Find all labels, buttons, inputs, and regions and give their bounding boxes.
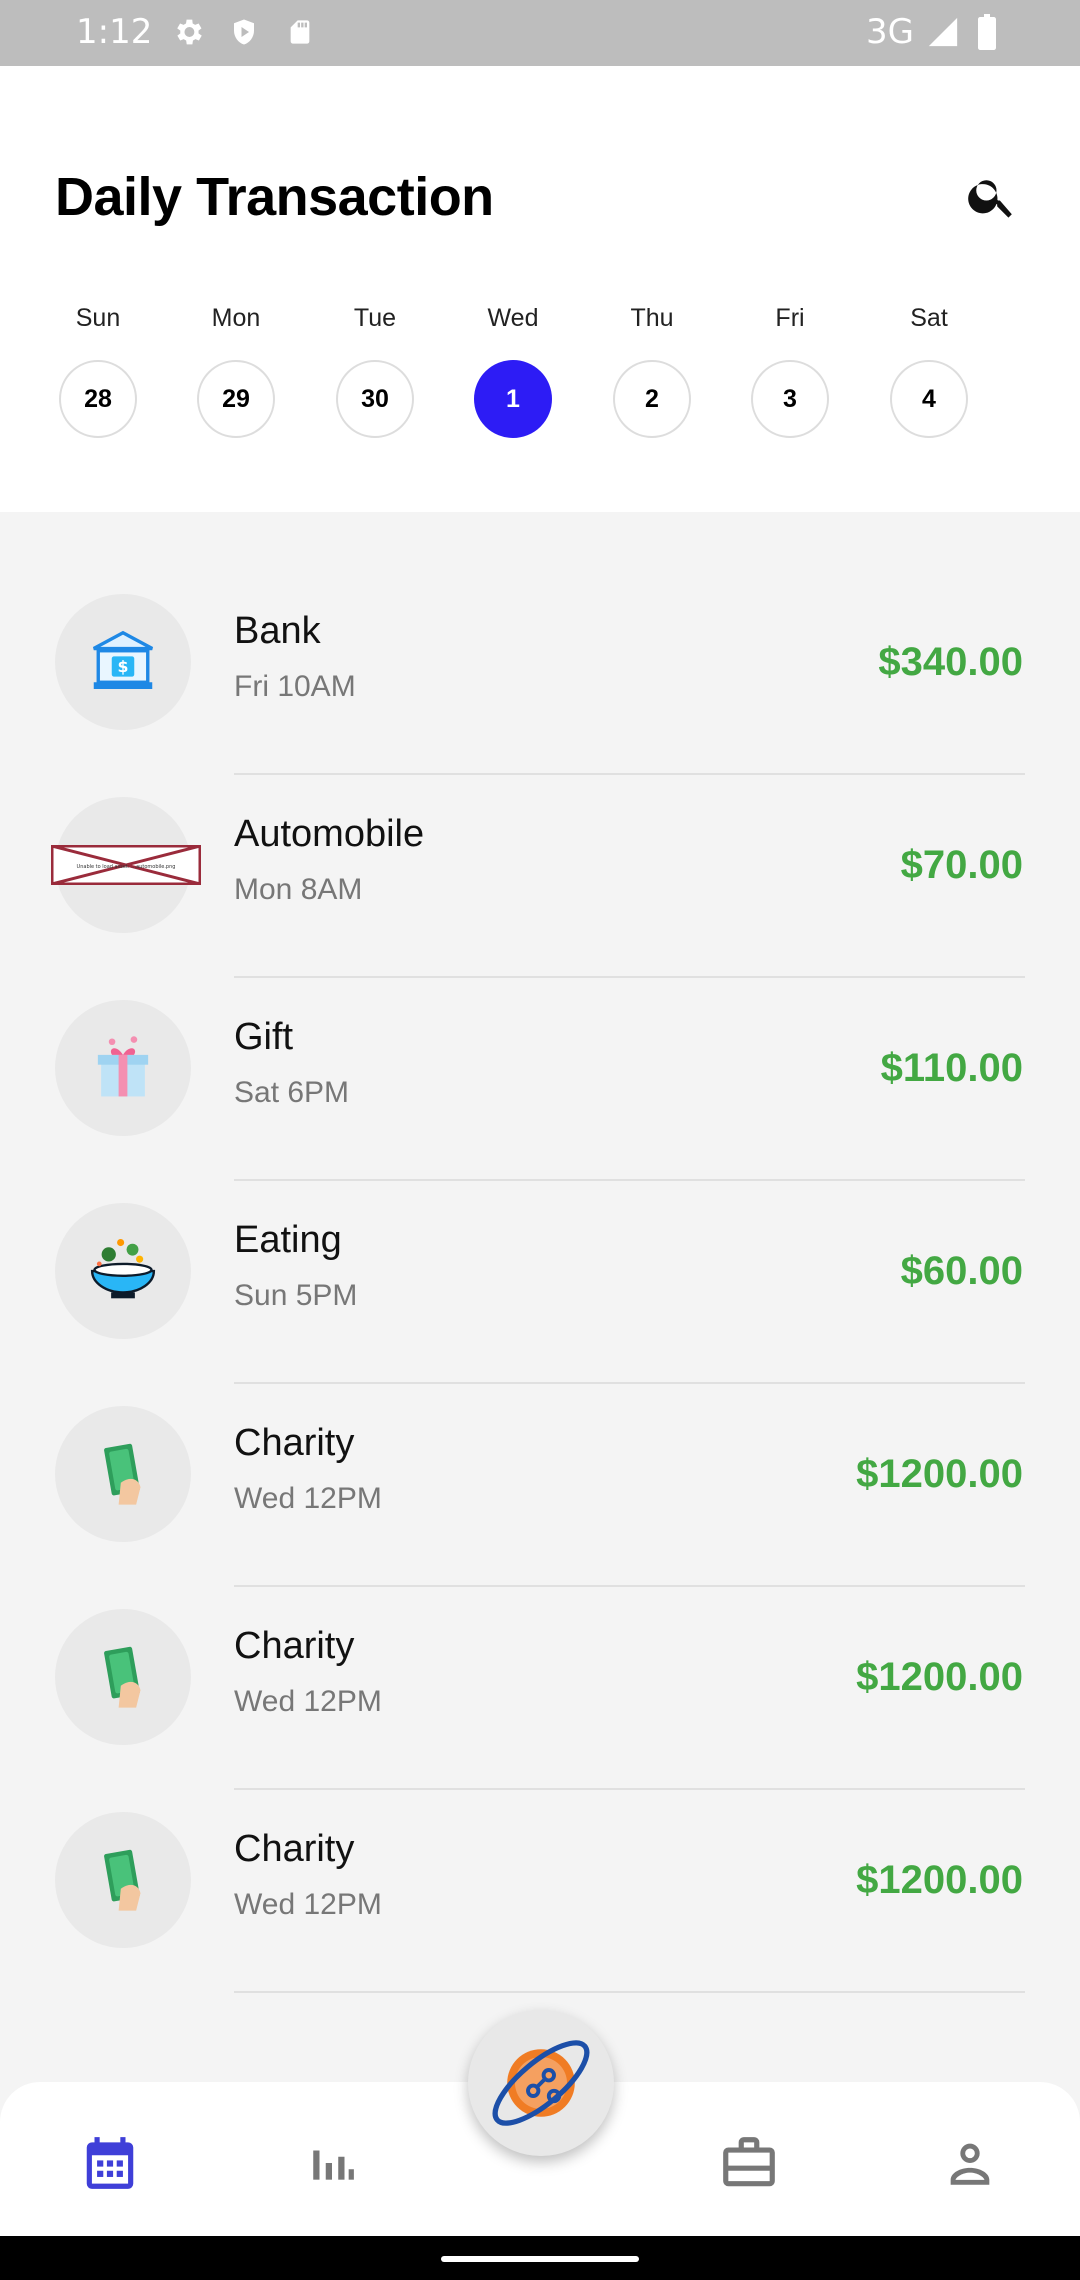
transaction-avatar [55,1812,191,1948]
day-number[interactable]: 2 [613,360,691,438]
day-name: Mon [211,304,261,332]
transaction-time: Wed 12PM [234,1685,382,1718]
transaction-amount: $70.00 [900,843,1023,887]
transaction-time: Mon 8AM [234,873,363,906]
app-logo-icon [492,2040,590,2126]
transaction-row[interactable]: Unable to load asset: …automobile.png Au… [0,743,1080,978]
sd-card-icon [282,14,318,50]
transaction-time: Sun 5PM [234,1279,358,1312]
row-divider [234,1991,1025,1993]
transaction-avatar [55,1406,191,1542]
transaction-row[interactable]: Gift Sat 6PM $110.00 [0,946,1080,1181]
day-name: Wed [487,304,539,332]
nav-profile[interactable] [935,2128,1005,2198]
money-hand-icon [104,1443,141,1505]
day-mon[interactable]: Mon 29 [193,298,279,438]
transaction-name: Charity [234,1828,355,1870]
money-hand-icon [104,1849,141,1911]
day-tue[interactable]: Tue 30 [332,298,418,438]
svg-text:$: $ [118,657,129,676]
day-name: Sun [75,304,121,332]
day-thu[interactable]: Thu 2 [609,298,695,438]
transaction-amount: $1200.00 [856,1655,1023,1699]
day-wed[interactable]: Wed 1 [470,298,556,438]
shield-icon [226,14,262,50]
settings-icon [170,14,206,50]
transaction-row[interactable]: Eating Sun 5PM $60.00 [0,1149,1080,1384]
signal-icon [926,15,960,53]
transaction-row[interactable]: Charity Wed 12PM $1200.00 [0,1352,1080,1587]
transaction-time: Fri 10AM [234,670,356,703]
status-bar: 1:12 3G [0,0,1080,66]
briefcase-icon [723,2137,775,2187]
transaction-avatar [55,1203,191,1339]
broken-image-text: Unable to load asset: …automobile.png [77,864,176,870]
transaction-name: Charity [234,1625,355,1667]
transaction-name: Gift [234,1016,294,1058]
add-transaction-button[interactable] [468,2010,614,2156]
status-icons-left [170,14,318,50]
transaction-avatar: $ [55,594,191,730]
gift-icon [97,1036,149,1097]
day-name: Tue [353,304,397,332]
transaction-amount: $60.00 [900,1249,1023,1293]
day-number[interactable]: 3 [751,360,829,438]
day-name: Fri [775,304,805,332]
transaction-amount: $1200.00 [856,1858,1023,1902]
day-number[interactable]: 30 [336,360,414,438]
status-time: 1:12 [76,12,153,52]
transaction-row[interactable]: Charity Wed 12PM $1200.00 [0,1555,1080,1790]
money-hand-icon [104,1646,141,1708]
day-number-selected[interactable]: 1 [474,360,552,438]
calendar-icon [86,2137,134,2189]
day-number[interactable]: 28 [59,360,137,438]
network-type: 3G [866,12,914,52]
food-bowl-icon [90,1238,156,1299]
transaction-name: Bank [234,610,321,652]
transaction-time: Wed 12PM [234,1888,382,1921]
bar-chart-icon [313,2150,354,2180]
page-title: Daily Transaction [55,167,494,227]
day-name: Thu [630,304,674,332]
transaction-amount: $110.00 [880,1046,1023,1090]
search-button[interactable] [960,164,1024,228]
transaction-avatar: Unable to load asset: …automobile.png [51,797,201,933]
status-icons-right [926,14,998,54]
transaction-avatar [55,1609,191,1745]
transaction-time: Sat 6PM [234,1076,350,1109]
transaction-name: Eating [234,1219,342,1261]
day-number[interactable]: 29 [197,360,275,438]
day-sat[interactable]: Sat 4 [886,298,972,438]
transaction-time: Wed 12PM [234,1482,382,1515]
broken-image-icon: Unable to load asset: …automobile.png [51,845,201,885]
home-gesture-handle[interactable] [441,2256,639,2262]
day-fri[interactable]: Fri 3 [747,298,833,438]
nav-calendar[interactable] [75,2128,145,2198]
transaction-name: Automobile [234,813,425,855]
bank-icon: $ [92,630,154,689]
nav-budget[interactable] [714,2128,784,2198]
day-number[interactable]: 4 [890,360,968,438]
day-sun[interactable]: Sun 28 [55,298,141,438]
header: Daily Transaction Sun 28 Mon 29 Tue 30 W… [0,66,1080,512]
transaction-avatar [55,1000,191,1136]
day-name: Sat [910,304,948,332]
transaction-row[interactable]: $ Bank Fri 10AM $340.00 [0,540,1080,775]
transaction-amount: $1200.00 [856,1452,1023,1496]
transaction-amount: $340.00 [878,640,1023,684]
person-icon [950,2143,990,2185]
search-icon [968,180,1012,218]
battery-icon [976,14,998,54]
transaction-row[interactable]: Charity Wed 12PM $1200.00 [0,1758,1080,1993]
nav-stats[interactable] [297,2128,367,2198]
transaction-name: Charity [234,1422,355,1464]
